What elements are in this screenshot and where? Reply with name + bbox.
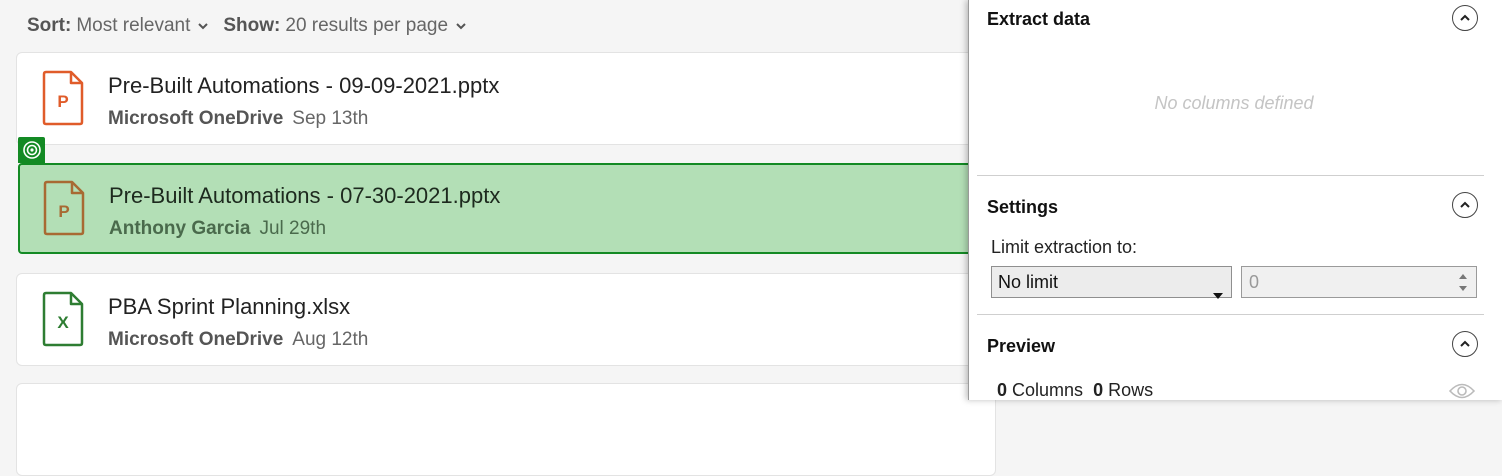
divider [977,314,1484,315]
file-type-letter: X [57,313,69,332]
eye-icon[interactable] [1448,382,1476,405]
file-source: Microsoft OneDrive [108,329,284,350]
powerpoint-file-icon: P [41,70,85,126]
limit-number-input[interactable]: 0 [1241,266,1477,298]
limit-number-value: 0 [1249,272,1260,292]
powerpoint-file-icon: P [42,180,86,236]
rows-count: 0 [1093,380,1104,400]
collapse-preview-button[interactable] [1452,331,1478,357]
columns-count: 0 [997,380,1008,400]
sort-value: Most relevant [76,15,191,36]
chevron-up-icon [1460,14,1470,21]
result-card[interactable]: P Pre-Built Automations - 09-09-2021.ppt… [16,52,996,145]
results-toolbar: Sort: Most relevant Show: 20 results per… [27,14,481,38]
chevron-down-icon [455,20,467,32]
divider [977,175,1484,176]
settings-title: Settings [987,197,1059,217]
target-icon[interactable] [18,137,45,163]
file-date: Jul 29th [259,218,327,239]
rows-label: Rows [1108,380,1154,400]
extract-data-title: Extract data [987,9,1091,29]
file-type-letter: P [57,92,69,111]
show-value: 20 results per page [285,15,449,36]
file-meta: Microsoft OneDrive Sep 13th [108,108,368,130]
show-label: Show: [223,15,281,36]
page-size-dropdown[interactable]: Show: 20 results per page [223,15,467,37]
file-type-letter: P [58,202,70,221]
sort-label: Sort: [27,15,72,36]
file-name[interactable]: Pre-Built Automations - 09-09-2021.pptx [108,73,499,99]
limit-select[interactable]: No limit [991,266,1232,299]
preview-title: Preview [987,336,1056,356]
file-name[interactable]: Pre-Built Automations - 07-30-2021.pptx [109,183,500,209]
chevron-up-icon [1460,340,1470,347]
extract-panel: Extract data No columns defined Settings… [968,0,1502,400]
chevron-up-icon [1460,201,1470,208]
file-name[interactable]: PBA Sprint Planning.xlsx [108,294,350,320]
file-source: Anthony Garcia [109,218,251,239]
file-meta: Microsoft OneDrive Aug 12th [108,329,368,351]
sort-dropdown[interactable]: Sort: Most relevant [27,15,209,37]
result-card-selected[interactable]: P Pre-Built Automations - 07-30-2021.ppt… [18,163,998,254]
number-spinner[interactable] [1458,271,1468,304]
empty-columns-message: No columns defined [1154,93,1314,113]
columns-label: Columns [1012,380,1084,400]
limit-select-value: No limit [998,272,1059,292]
collapse-extract-button[interactable] [1452,5,1478,31]
chevron-down-icon [197,20,209,32]
caret-down-icon [1213,279,1223,309]
file-date: Sep 13th [292,108,369,129]
file-meta: Anthony Garcia Jul 29th [109,218,326,240]
preview-stats: 0 Columns 0 Rows [997,380,1153,401]
collapse-settings-button[interactable] [1452,192,1478,218]
limit-extraction-label: Limit extraction to: [991,237,1138,257]
result-card[interactable]: X PBA Sprint Planning.xlsx Microsoft One… [16,273,996,366]
result-card[interactable] [16,383,996,476]
file-date: Aug 12th [292,329,369,350]
file-source: Microsoft OneDrive [108,108,284,129]
excel-file-icon: X [41,291,85,347]
